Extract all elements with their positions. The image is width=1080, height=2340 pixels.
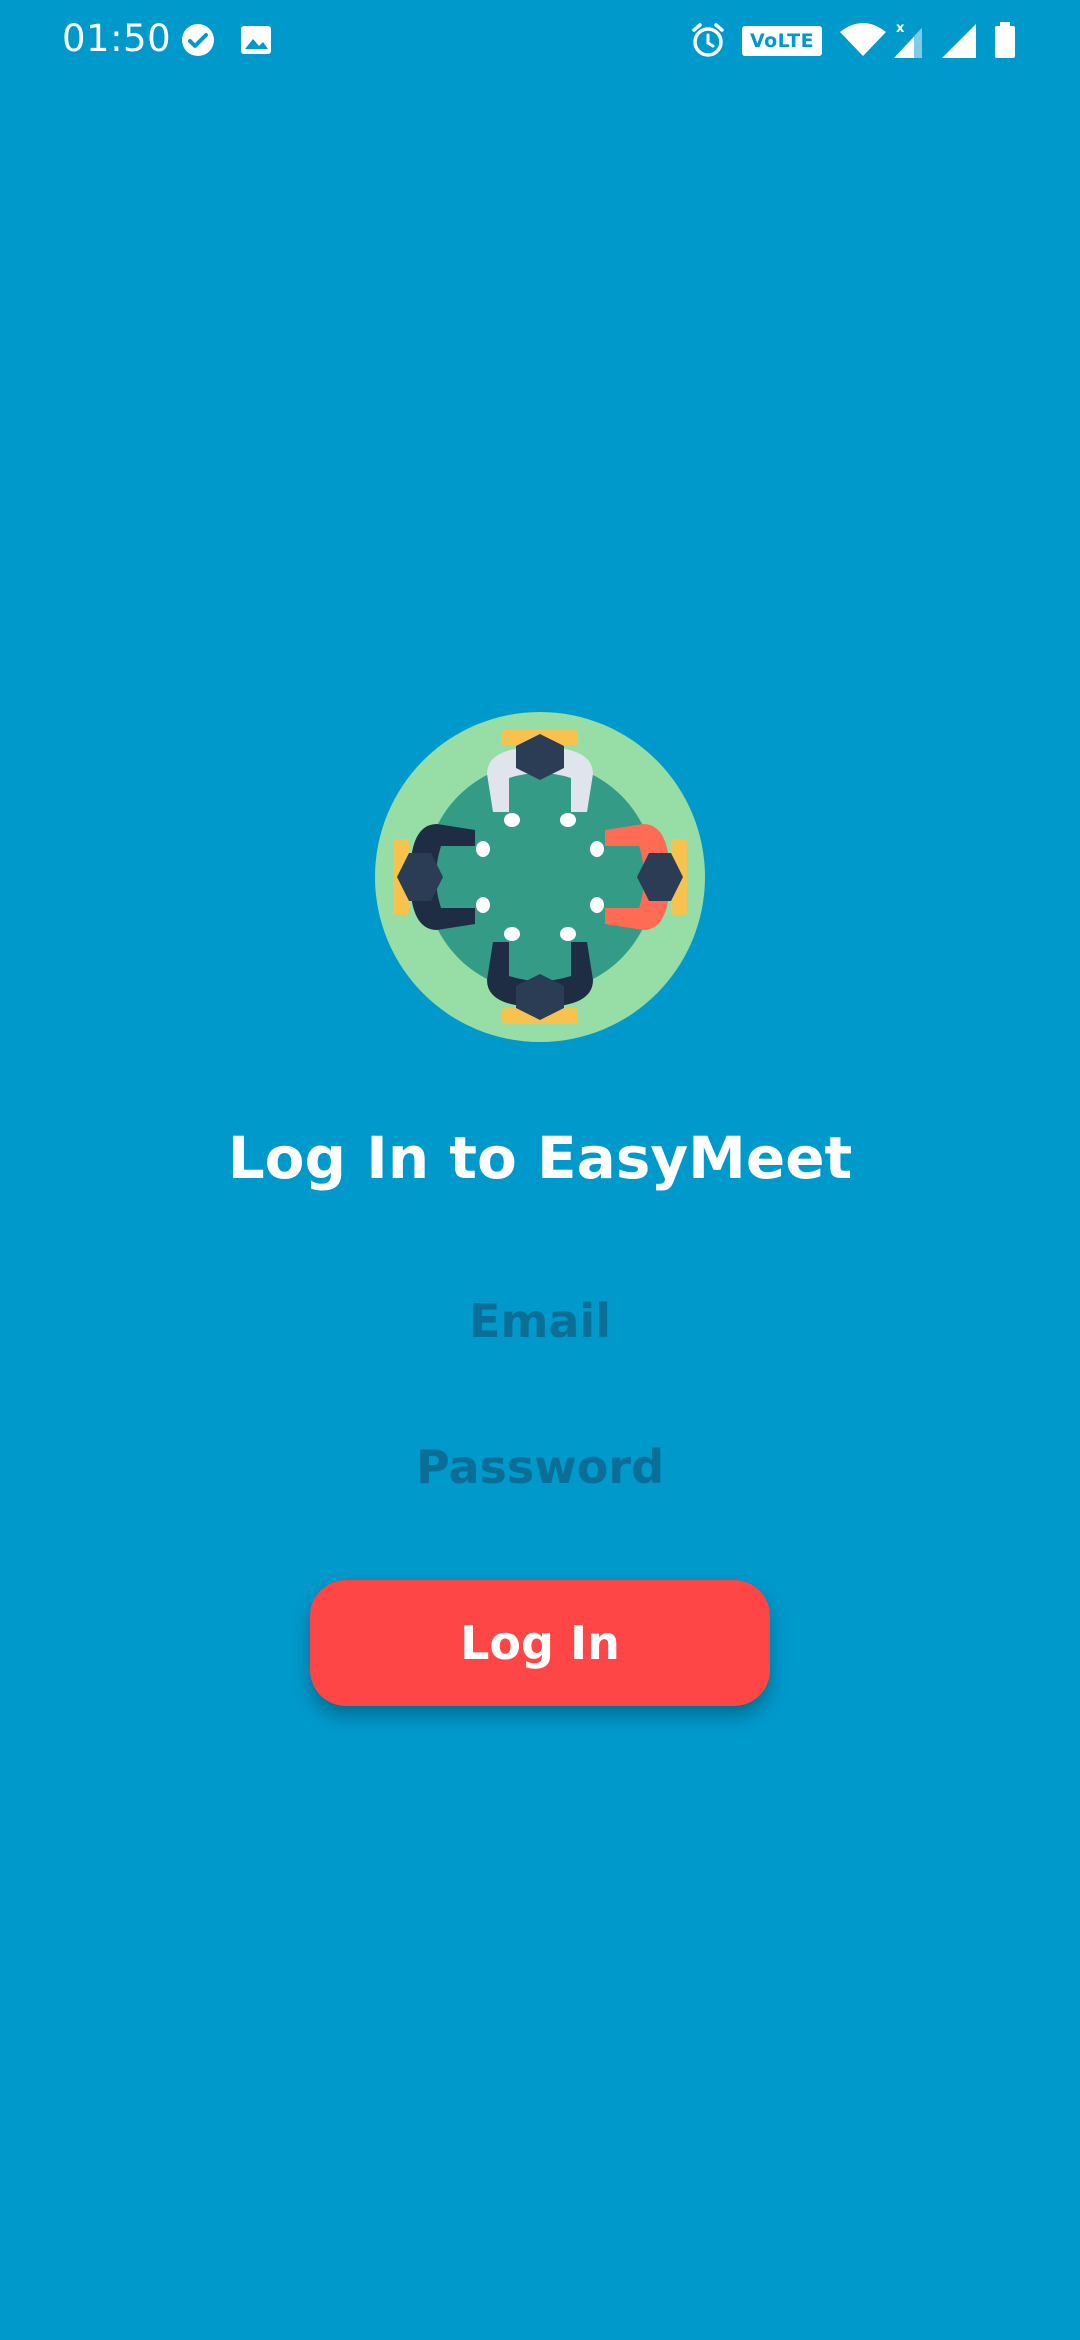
signal-icon [940,20,980,60]
meeting-table-icon [375,712,705,1042]
image-icon [236,20,276,60]
signal-icon: x [890,20,930,60]
battery-icon [990,20,1020,60]
password-field[interactable] [290,1422,790,1512]
volte-icon: VoLTE 1 [742,26,822,82]
email-field[interactable] [290,1276,790,1366]
wifi-icon [838,20,888,60]
login-button[interactable]: Log In [310,1580,770,1706]
status-bar: 01:50 VoLTE 1 x [0,0,1080,82]
page-title: Log In to EasyMeet [227,1124,853,1192]
check-circle-icon [178,20,218,60]
alarm-icon [688,20,728,60]
svg-text:x: x [896,21,905,36]
status-time: 01:50 [62,17,172,60]
